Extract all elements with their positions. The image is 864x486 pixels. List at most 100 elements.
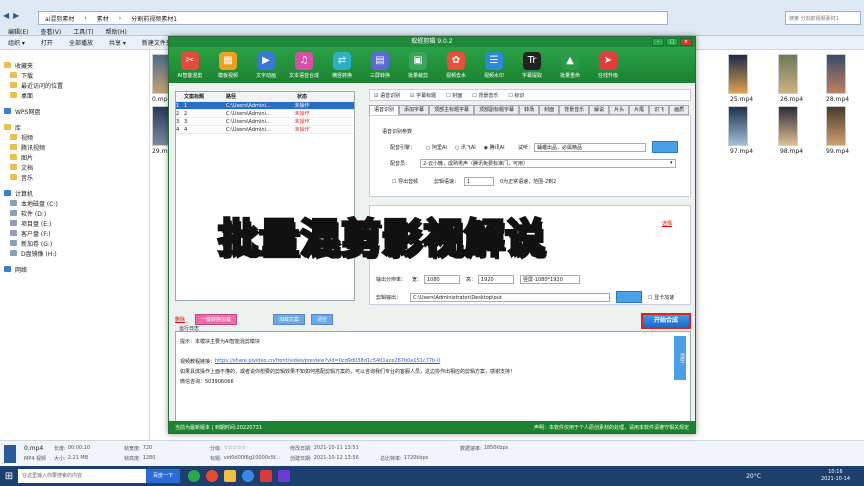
file-name[interactable]: 99.mp4 [826, 148, 849, 155]
sidebar-item[interactable]: 网络 [0, 264, 149, 274]
search-input[interactable]: 搜索 分割前视频素材1 [785, 11, 861, 25]
select-link[interactable]: 选择 [662, 220, 672, 227]
rating-stars[interactable]: ☆☆☆☆☆ [224, 445, 246, 452]
settings-tab[interactable]: 识飞 [649, 105, 670, 115]
one-click-convert-button[interactable]: 一键转换加载 [195, 313, 238, 325]
file-name[interactable]: 28.mp4 [826, 96, 849, 103]
video-thumbnail[interactable] [728, 54, 748, 94]
output-path-input[interactable]: C:\Users\Administrator\Desktop\out [410, 293, 610, 302]
tool-button[interactable]: ▶ 文字动画 [247, 47, 285, 83]
feature-checkbox[interactable]: ☐ 标识 [508, 92, 524, 99]
tool-button[interactable]: ✿ 视频去水 [437, 47, 475, 83]
preview-text-input[interactable]: 蛹蠟出品，必属精品 [534, 143, 646, 152]
organize-button[interactable]: 组织 ▾ [8, 38, 25, 47]
sidebar-item[interactable]: 库 [0, 122, 149, 132]
tool-button[interactable]: ▲ 批量重命 [551, 47, 589, 83]
clear-log-button[interactable]: 清空 [674, 336, 686, 380]
video-thumbnail[interactable] [778, 106, 798, 146]
folder-taskbar-icon[interactable] [224, 470, 236, 482]
settings-tab[interactable]: 添加字幕 [399, 105, 430, 115]
detail-value[interactable]: vid0d00f6g10000c5f... [224, 455, 280, 462]
chevron-down-icon[interactable]: ▾ [670, 160, 676, 167]
weather-temp[interactable]: 20°C [746, 473, 761, 480]
load-script-button[interactable]: 加载文案 [273, 313, 306, 325]
settings-tab[interactable]: 转场 [519, 105, 540, 115]
settings-tab[interactable]: 片头 [609, 105, 630, 115]
resolution-preset-select[interactable]: 竖屏-1080*1920 [520, 275, 580, 284]
sidebar-item[interactable]: D盘镜像 (H:) [0, 248, 149, 258]
preview-play-button[interactable] [652, 141, 678, 153]
column-header[interactable]: 文案标题 [184, 93, 226, 100]
file-name[interactable]: 97.mp4 [730, 148, 753, 155]
breadcrumb[interactable]: ai混剪素材 › 素材 › 分割前视频素材1 [38, 11, 668, 25]
file-name[interactable]: 98.mp4 [780, 148, 803, 155]
browse-folder-button[interactable] [616, 291, 642, 303]
feature-checkbox[interactable]: ☑ 语音识别 [374, 92, 400, 99]
breadcrumb-item[interactable]: 素材 [97, 14, 109, 23]
browser-taskbar-icon[interactable] [242, 470, 254, 482]
column-header[interactable]: 状态 [282, 93, 322, 100]
export-audio-checkbox[interactable]: ☐ 导出音频 [392, 178, 418, 185]
settings-tab[interactable]: 封面 [539, 105, 560, 115]
settings-tab[interactable]: 画质 [669, 105, 690, 115]
menu-item[interactable]: 帮助(H) [106, 27, 127, 36]
tool-button[interactable]: ☰ 视频水印 [475, 47, 513, 83]
radio-engine-ali[interactable]: ○ 阿里AI [426, 144, 447, 151]
radio-engine-xunfei[interactable]: ○ 讯飞AI [455, 144, 476, 151]
voice-select[interactable]: 2-云小晚，成熟男声（腾讯免费标准门，可用） [420, 159, 676, 168]
settings-tab[interactable]: 顶部主标题字幕 [429, 105, 475, 115]
tool-button[interactable]: ➤ 在线升级 [589, 47, 627, 83]
video-thumbnail[interactable] [778, 54, 798, 94]
close-icon[interactable]: × [680, 38, 692, 46]
tool-button[interactable]: ♫ 文本语音合成 [285, 47, 323, 83]
tool-button[interactable]: ✂ AI智能混剪 [171, 47, 209, 83]
breadcrumb-item[interactable]: 分割前视频素材1 [131, 14, 177, 23]
tool-button[interactable]: ▣ 批量裁剪 [399, 47, 437, 83]
settings-tab[interactable]: 片尾 [629, 105, 650, 115]
sidebar-item[interactable]: 文档 [0, 162, 149, 172]
sidebar-item[interactable]: 视频 [0, 132, 149, 142]
sidebar-item[interactable]: 收藏夹 [0, 60, 149, 70]
tutorial-link[interactable]: https://share.plvideo.cn/front/video/pre… [215, 358, 440, 365]
settings-tab[interactable]: 顶部副标题字幕 [474, 105, 520, 115]
gpu-accel-checkbox[interactable]: ☐ 显卡加速 [648, 294, 674, 301]
open-button[interactable]: 打开 [41, 38, 53, 47]
sidebar-item[interactable]: 新加卷 (G:) [0, 238, 149, 248]
play-all-button[interactable]: 全部播放 [69, 38, 93, 47]
sidebar-item[interactable]: 客户盘 (F:) [0, 228, 149, 238]
tool-button[interactable]: Tr 字幕提取 [513, 47, 551, 83]
clock[interactable]: 10:16 2021-10-14 [821, 469, 850, 483]
windows-start-icon[interactable]: ⊞ [0, 466, 18, 486]
taskbar-search-input[interactable]: 在这里输入你要搜索的内容 [18, 469, 146, 483]
sidebar-item[interactable]: 图片 [0, 152, 149, 162]
sidebar-item[interactable]: 音乐 [0, 172, 149, 182]
clear-table-button[interactable]: 清空 [311, 313, 334, 325]
start-compose-button[interactable]: 开始合成 [641, 313, 691, 329]
baidu-search-button[interactable]: 百度一下 [146, 469, 180, 483]
sidebar-item[interactable]: 本地磁盘 (C:) [0, 198, 149, 208]
height-input[interactable]: 1920 [478, 275, 514, 284]
sidebar-item[interactable]: 下载 [0, 70, 149, 80]
back-icon[interactable]: ◀ [3, 11, 9, 20]
table-row[interactable]: 3 3 C:\Users\Admini... 未操作 [176, 118, 354, 126]
sidebar-item[interactable]: 计算机 [0, 188, 149, 198]
column-header[interactable]: 路径 [226, 93, 282, 100]
maximize-icon[interactable]: □ [666, 38, 678, 46]
sidebar-item[interactable]: 桌面 [0, 90, 149, 100]
app-taskbar-icon[interactable] [260, 470, 272, 482]
sidebar-item[interactable]: 软件 (D:) [0, 208, 149, 218]
file-name[interactable]: 26.mp4 [780, 96, 803, 103]
tool-button[interactable]: ▦ 模板视频 [209, 47, 247, 83]
video-thumbnail[interactable] [728, 106, 748, 146]
radio-engine-tencent[interactable]: ◉ 腾讯AI [484, 144, 505, 151]
video-thumbnail[interactable] [826, 106, 846, 146]
sidebar-item[interactable]: WPS网盘 [0, 106, 149, 116]
file-name[interactable]: 25.mp4 [730, 96, 753, 103]
menu-item[interactable]: 查看(V) [40, 27, 61, 36]
sidebar-item[interactable]: 项目盘 (E:) [0, 218, 149, 228]
menu-item[interactable]: 编辑(E) [8, 27, 28, 36]
settings-tab[interactable]: 解说 [589, 105, 610, 115]
speed-stepper[interactable]: 1 [464, 177, 494, 186]
width-input[interactable]: 1080 [424, 275, 460, 284]
forward-icon[interactable]: ▶ [13, 11, 19, 20]
